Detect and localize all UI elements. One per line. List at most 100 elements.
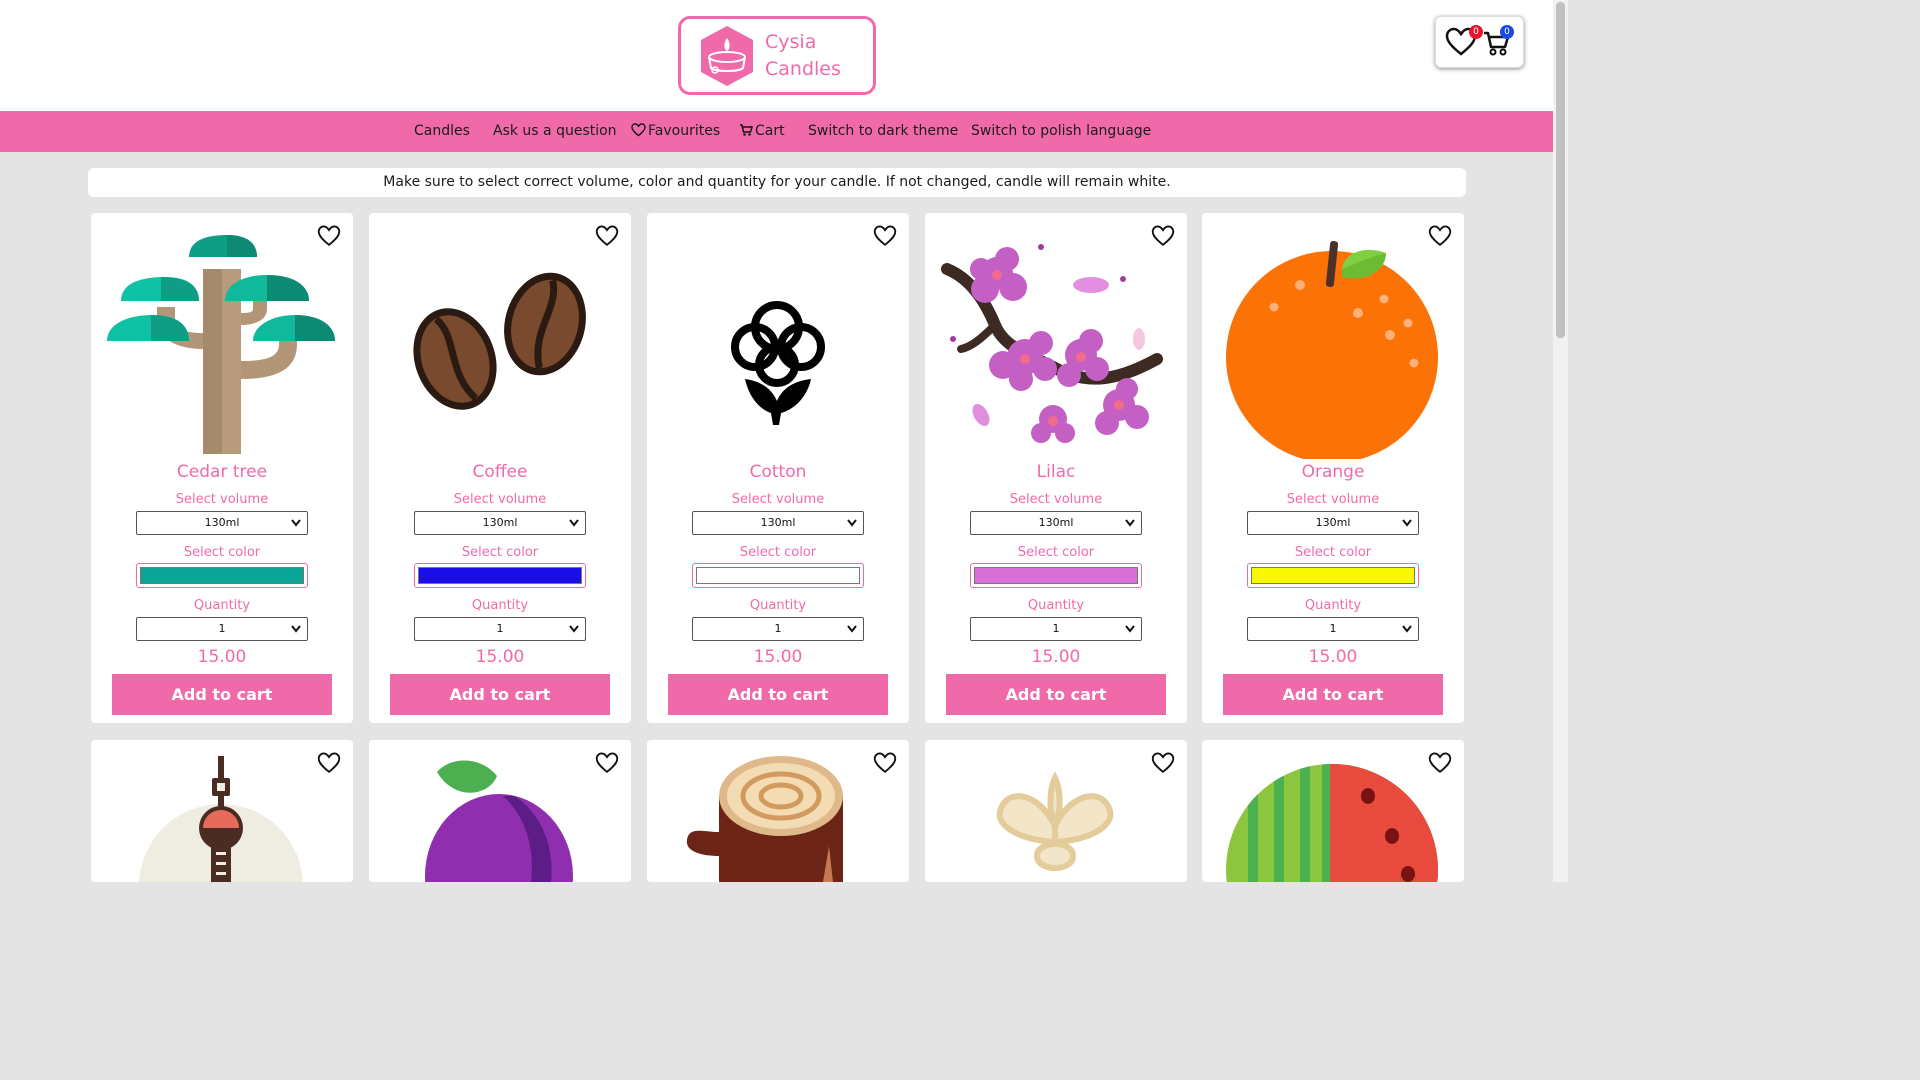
coffee-beans-icon (413, 272, 586, 410)
product-title: Lilac (1036, 462, 1076, 482)
nav-candles[interactable]: Candles (414, 111, 470, 152)
color-label: Select color (1017, 545, 1095, 560)
quick-icons: 0 0 (1435, 16, 1524, 68)
quantity-label: Quantity (193, 598, 251, 613)
product-card (1202, 740, 1464, 882)
add-to-cart-button[interactable]: Add to cart (946, 674, 1166, 715)
volume-label: Select volume (731, 492, 825, 507)
nav-cart[interactable]: Cart (739, 111, 785, 152)
color-picker[interactable] (970, 563, 1142, 588)
nav-polish-language[interactable]: Switch to polish language (971, 111, 1151, 152)
candle-logo-icon (701, 25, 753, 86)
quantity-select[interactable]: 1 (136, 617, 308, 641)
product-title: Cedar tree (176, 462, 268, 482)
product-card: Coffee Select volume 130ml Select color … (369, 213, 631, 723)
top-bar: Cysia Candles 0 0 (0, 0, 1553, 111)
color-label: Select color (1294, 545, 1372, 560)
color-picker[interactable] (414, 563, 586, 588)
quantity-label: Quantity (1027, 598, 1085, 613)
chevron-down-icon (569, 519, 579, 527)
color-swatch (974, 567, 1138, 584)
chevron-down-icon (291, 519, 301, 527)
wood-log-icon (686, 756, 843, 882)
watermelon-icon (1226, 764, 1438, 882)
product-card (925, 740, 1187, 882)
product-title: Orange (1301, 462, 1365, 482)
nav-favourites[interactable]: Favourites (631, 111, 720, 152)
cotton-icon (731, 301, 825, 425)
main-navigation: Candles Ask us a question Favourites Car… (0, 111, 1553, 152)
volume-select[interactable]: 130ml (692, 511, 864, 535)
cedar-tree-icon (107, 235, 335, 454)
quantity-select[interactable]: 1 (1247, 617, 1419, 641)
volume-value: 130ml (760, 516, 796, 529)
logo-text-line2: Candles (765, 57, 841, 80)
color-swatch (418, 567, 582, 584)
add-to-cart-button[interactable]: Add to cart (668, 674, 888, 715)
plum-icon (425, 760, 573, 882)
color-swatch (696, 567, 860, 584)
chevron-down-icon (847, 519, 857, 527)
color-label: Select color (461, 545, 539, 560)
quantity-label: Quantity (1304, 598, 1362, 613)
quantity-value: 1 (774, 622, 782, 635)
volume-value: 130ml (482, 516, 518, 529)
volume-label: Select volume (453, 492, 547, 507)
color-label: Select color (739, 545, 817, 560)
product-card: Orange Select volume 130ml Select color … (1202, 213, 1464, 723)
quantity-label: Quantity (471, 598, 529, 613)
chevron-down-icon (291, 625, 301, 633)
chevron-down-icon (1402, 519, 1412, 527)
lilac-icon (941, 244, 1163, 443)
nav-ask-question[interactable]: Ask us a question (493, 111, 617, 152)
volume-select[interactable]: 130ml (136, 511, 308, 535)
quantity-value: 1 (218, 622, 226, 635)
volume-value: 130ml (1315, 516, 1351, 529)
color-label: Select color (183, 545, 261, 560)
quantity-value: 1 (1052, 622, 1060, 635)
volume-select[interactable]: 130ml (970, 511, 1142, 535)
quantity-select[interactable]: 1 (692, 617, 864, 641)
nav-favourites-label: Favourites (648, 123, 721, 139)
quantity-select[interactable]: 1 (970, 617, 1142, 641)
volume-select[interactable]: 130ml (1247, 511, 1419, 535)
add-to-cart-button[interactable]: Add to cart (390, 674, 610, 715)
add-to-cart-button[interactable]: Add to cart (1223, 674, 1443, 715)
color-picker[interactable] (1247, 563, 1419, 588)
product-card (647, 740, 909, 882)
tv-tower-icon (139, 756, 303, 882)
quantity-value: 1 (1329, 622, 1337, 635)
volume-select[interactable]: 130ml (414, 511, 586, 535)
color-picker[interactable] (692, 563, 864, 588)
quantity-select[interactable]: 1 (414, 617, 586, 641)
product-card: Lilac Select volume 130ml Select color Q… (925, 213, 1187, 723)
vanilla-flower-icon (996, 771, 1114, 871)
page-scrollbar[interactable] (1553, 0, 1568, 882)
product-price: 15.00 (197, 647, 247, 667)
product-card: Cedar tree Select volume 130ml Select co… (91, 213, 353, 723)
volume-label: Select volume (175, 492, 269, 507)
color-picker[interactable] (136, 563, 308, 588)
product-price: 15.00 (1308, 647, 1358, 667)
color-swatch (1251, 567, 1415, 584)
orange-icon (1226, 241, 1438, 459)
favourites-count-badge: 0 (1469, 25, 1483, 39)
info-notice: Make sure to select correct volume, colo… (88, 168, 1466, 197)
chevron-down-icon (847, 625, 857, 633)
chevron-down-icon (1402, 625, 1412, 633)
logo[interactable]: Cysia Candles (678, 16, 876, 95)
cart-small-icon (740, 124, 754, 136)
chevron-down-icon (1125, 625, 1135, 633)
heart-outline-icon (631, 123, 646, 137)
product-price: 15.00 (475, 647, 525, 667)
add-to-cart-button[interactable]: Add to cart (112, 674, 332, 715)
scrollbar-thumb[interactable] (1556, 2, 1565, 338)
product-price: 15.00 (753, 647, 803, 667)
volume-label: Select volume (1286, 492, 1380, 507)
quantity-label: Quantity (749, 598, 807, 613)
quantity-value: 1 (496, 622, 504, 635)
chevron-down-icon (1125, 519, 1135, 527)
nav-dark-theme[interactable]: Switch to dark theme (808, 111, 958, 152)
volume-value: 130ml (204, 516, 240, 529)
product-card (369, 740, 631, 882)
